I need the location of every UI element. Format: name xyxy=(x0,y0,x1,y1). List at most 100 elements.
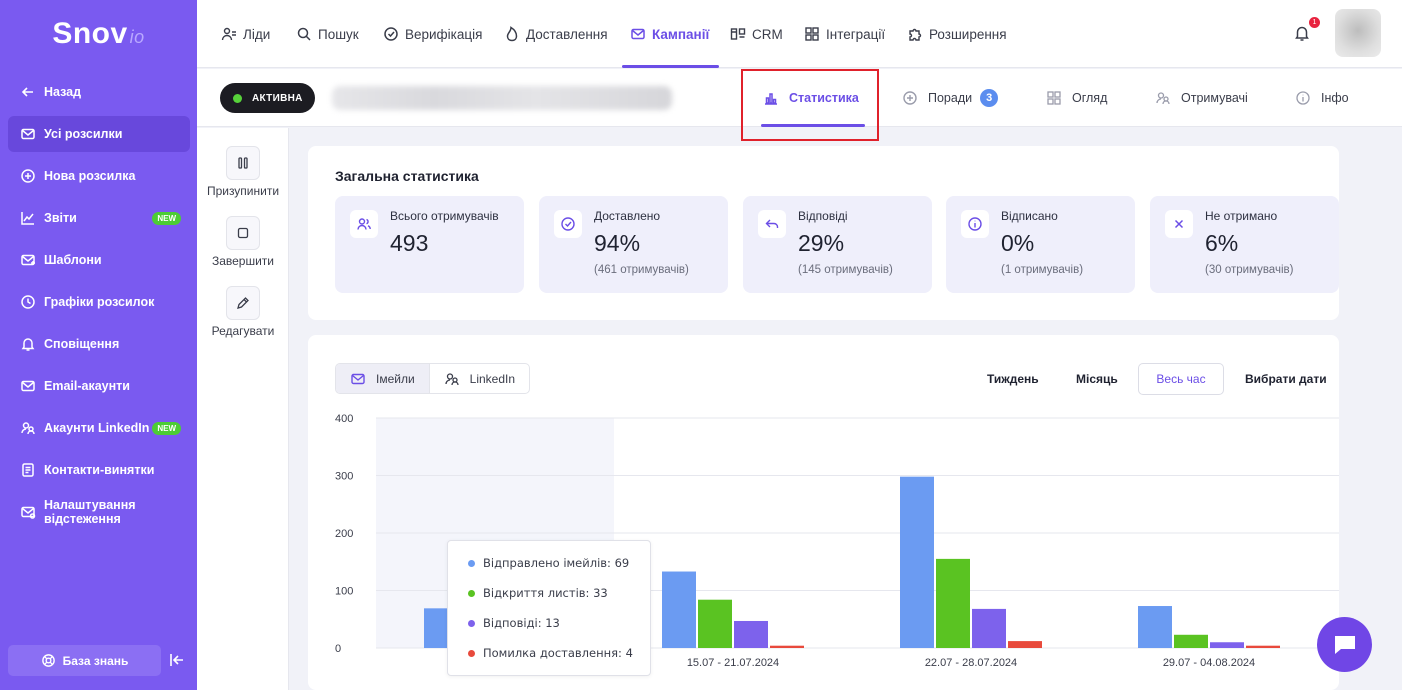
x-tick-label: 29.07 - 04.08.2024 xyxy=(1163,657,1255,669)
topnav-integrations[interactable]: Інтеграції xyxy=(804,0,885,68)
puzzle-icon xyxy=(909,28,922,41)
stats-title: Загальна статистика xyxy=(335,168,479,184)
tab-overview[interactable]: Огляд xyxy=(1046,69,1107,127)
flame-icon xyxy=(506,26,518,42)
campaign-status-badge: АКТИВНА xyxy=(220,83,315,113)
stat-not-received: Не отримано 6% (30 отримувачів) xyxy=(1150,196,1339,293)
chart-tooltip: Відправлено імейлів: 69 Відкриття листів… xyxy=(447,540,651,676)
arrow-left-icon xyxy=(20,84,36,100)
users-icon xyxy=(357,218,371,230)
clock-icon xyxy=(20,294,36,310)
stat-delivered: Доставлено 94% (461 отримувачів) xyxy=(539,196,728,293)
tooltip-row-bounces: Помилка доставлення: 4 xyxy=(468,646,633,660)
knowledge-base-button[interactable]: База знань xyxy=(8,645,161,676)
sidebar-item-tracking-settings[interactable]: Налаштування відстеження xyxy=(8,492,190,532)
mail-icon xyxy=(20,378,36,394)
tips-count-badge: 3 xyxy=(980,89,999,107)
highlight-annotation-box xyxy=(741,69,879,141)
lifebuoy-icon xyxy=(41,654,55,667)
edit-button[interactable]: Редагувати xyxy=(197,286,289,338)
y-tick-label: 200 xyxy=(335,528,353,540)
bar[interactable] xyxy=(972,608,1006,648)
y-tick-label: 400 xyxy=(335,413,353,425)
notification-count-badge: 1 xyxy=(1309,17,1320,28)
notifications-bell-icon[interactable] xyxy=(1293,24,1311,42)
stop-icon xyxy=(237,227,249,239)
pause-icon xyxy=(238,157,248,169)
sidebar-item-templates[interactable]: Шаблони xyxy=(8,242,190,278)
reply-icon xyxy=(765,219,779,228)
sidebar-item-email-accounts[interactable]: Email-акаунти xyxy=(8,368,190,404)
bar[interactable] xyxy=(1246,645,1280,648)
mail-track-icon xyxy=(20,504,36,520)
topnav-leads[interactable]: Ліди xyxy=(221,0,270,68)
bar[interactable] xyxy=(1008,641,1042,648)
stat-replies: Відповіді 29% (145 отримувачів) xyxy=(743,196,932,293)
bar[interactable] xyxy=(1210,642,1244,648)
bar[interactable] xyxy=(1138,606,1172,648)
tooltip-row-opens: Відкриття листів: 33 xyxy=(468,586,608,600)
sidebar-item-notifications[interactable]: Сповіщення xyxy=(8,326,190,362)
topnav-extensions[interactable]: Розширення xyxy=(907,0,1007,68)
grid-icon xyxy=(1047,91,1061,105)
tooltip-row-replies: Відповіді: 13 xyxy=(468,616,560,630)
pause-button[interactable]: Призупинити xyxy=(197,146,289,198)
bell-icon xyxy=(20,336,36,352)
stat-unsubscribed: Відписано 0% (1 отримувачів) xyxy=(946,196,1135,293)
bar[interactable] xyxy=(900,476,934,648)
mail-icon xyxy=(20,126,36,142)
new-badge: NEW xyxy=(152,211,181,225)
chart-icon xyxy=(20,210,36,226)
chat-support-button[interactable] xyxy=(1317,617,1372,672)
sidebar-item-linkedin-accounts[interactable]: Акаунти LinkedIn NEW xyxy=(8,410,190,446)
tab-info[interactable]: Інфо xyxy=(1295,69,1349,127)
topnav-verification[interactable]: Верифікація xyxy=(383,0,482,68)
campaign-name-redacted xyxy=(332,86,672,110)
template-icon xyxy=(20,252,36,268)
plus-circle-icon xyxy=(903,91,917,105)
chat-icon xyxy=(1334,635,1355,654)
x-tick-label: 22.07 - 28.07.2024 xyxy=(925,657,1017,669)
check-circle-icon xyxy=(384,27,398,41)
general-stats-card: Загальна статистика Всього отримувачів 4… xyxy=(308,146,1339,320)
tooltip-row-sent: Відправлено імейлів: 69 xyxy=(468,556,629,570)
bar[interactable] xyxy=(734,620,768,648)
search-icon xyxy=(297,27,311,41)
topnav-crm[interactable]: CRM xyxy=(730,0,783,68)
leads-icon xyxy=(221,27,236,41)
collapse-sidebar-icon[interactable] xyxy=(168,651,186,669)
logo[interactable]: Snov io xyxy=(0,0,197,68)
tab-tips[interactable]: Поради 3 xyxy=(902,69,999,127)
y-tick-label: 300 xyxy=(335,471,353,483)
sidebar-item-all-campaigns[interactable]: Усі розсилки xyxy=(8,116,190,152)
tab-recipients[interactable]: Отримувачі xyxy=(1155,69,1248,127)
bar[interactable] xyxy=(662,571,696,648)
bar[interactable] xyxy=(1174,634,1208,648)
stat-total-recipients: Всього отримувачів 493 xyxy=(335,196,524,293)
status-dot xyxy=(233,93,242,103)
users-icon xyxy=(20,420,36,436)
sidebar-item-new-campaign[interactable]: Нова розсилка xyxy=(8,158,190,194)
top-navigation: Ліди Пошук Верифікація Доставлення Кампа… xyxy=(197,0,1402,68)
user-avatar[interactable] xyxy=(1335,9,1381,57)
info-icon xyxy=(968,217,982,231)
finish-button[interactable]: Завершити xyxy=(197,216,289,268)
sidebar-item-exclusions[interactable]: Контакти-винятки xyxy=(8,452,190,488)
y-tick-label: 100 xyxy=(335,586,353,598)
y-tick-label: 0 xyxy=(335,643,341,655)
sidebar-item-schedules[interactable]: Графіки розсилок xyxy=(8,284,190,320)
topnav-campaigns[interactable]: Кампанії xyxy=(621,0,720,68)
chart-card: Імейли LinkedIn Тиждень Місяць Весь час … xyxy=(308,335,1339,690)
new-badge: NEW xyxy=(152,421,181,435)
topnav-deliverability[interactable]: Доставлення xyxy=(504,0,608,68)
bar[interactable] xyxy=(936,558,970,648)
crm-icon xyxy=(730,28,746,40)
sidebar-item-reports[interactable]: Звіти NEW xyxy=(8,200,190,236)
mail-icon xyxy=(631,28,645,40)
grid-icon xyxy=(805,27,819,41)
sidebar-item-back[interactable]: Назад xyxy=(8,74,190,110)
bar[interactable] xyxy=(698,599,732,648)
topnav-search[interactable]: Пошук xyxy=(296,0,359,68)
check-circle-icon xyxy=(561,217,575,231)
bar[interactable] xyxy=(770,645,804,648)
